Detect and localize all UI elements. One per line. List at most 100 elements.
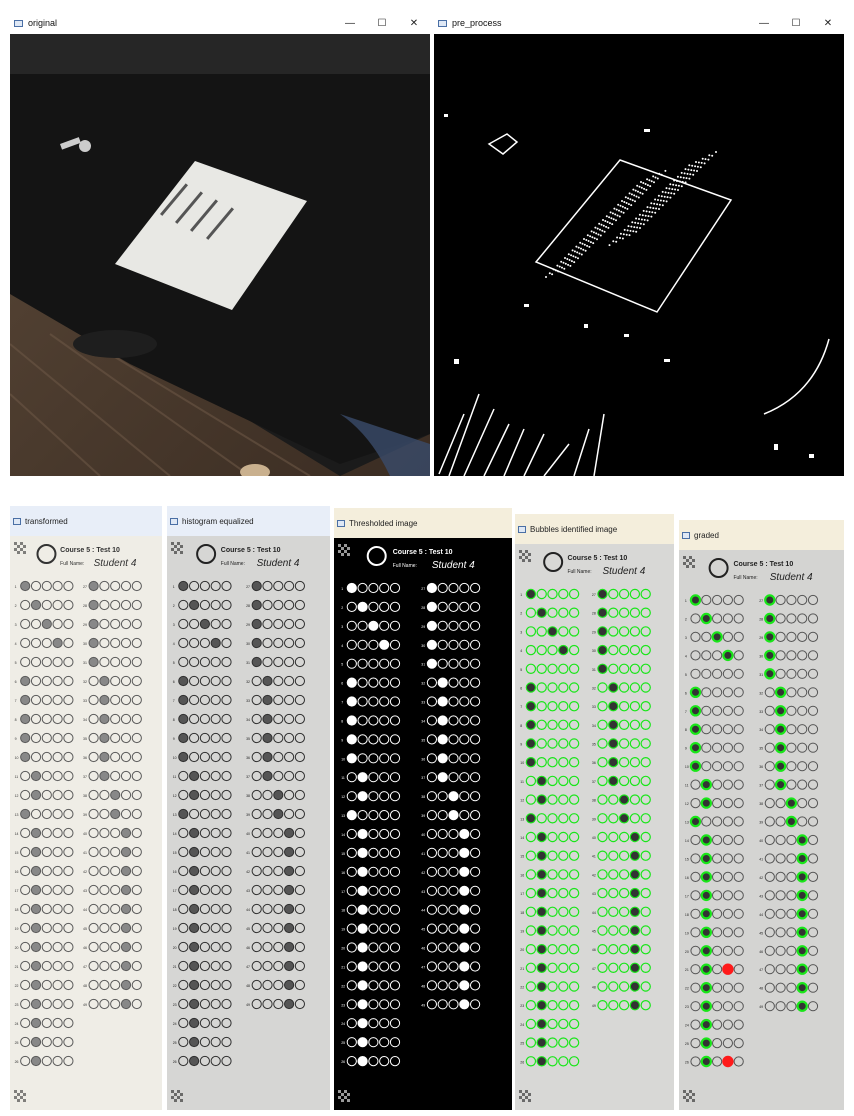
question-number: 42 [759, 876, 763, 880]
answer-bubble [536, 981, 547, 992]
answer-bubble [30, 960, 42, 972]
answer-bubble [189, 599, 200, 611]
minimize-icon[interactable]: — [748, 18, 780, 29]
answer-bubble [774, 760, 787, 772]
question-number: 32 [759, 691, 763, 695]
close-icon[interactable]: ✕ [812, 18, 844, 29]
answer-bubble [189, 998, 200, 1010]
question-number: 13 [520, 817, 524, 821]
answer-bubble [284, 922, 295, 934]
answer-bubble [20, 580, 31, 592]
question-number: 44 [421, 909, 425, 913]
question-number: 30 [592, 649, 596, 653]
answer-bubble [722, 649, 734, 662]
question-number: 8 [341, 720, 343, 724]
question-number: 31 [759, 673, 763, 677]
question-number: 44 [246, 908, 250, 912]
question-number: 22 [520, 986, 524, 990]
answer-bubble [629, 962, 641, 973]
answer-bubble [618, 813, 630, 824]
answer-bubble [120, 846, 132, 858]
answer-bubble [189, 922, 200, 934]
answer-bubble [700, 778, 712, 791]
question-number: 44 [83, 908, 87, 912]
answer-bubble [357, 923, 368, 934]
maximize-icon[interactable]: ☐ [366, 18, 398, 29]
answer-bubble [262, 713, 273, 725]
question-number: 41 [421, 852, 425, 856]
app-icon [518, 525, 526, 533]
window-title: Bubbles identified image [530, 524, 618, 534]
question-number: 33 [246, 699, 250, 703]
question-number: 19 [685, 931, 689, 935]
question-number: 12 [341, 795, 345, 799]
question-number: 42 [421, 871, 425, 875]
answer-bubble [346, 753, 357, 764]
sheet-bubbles: Course 5 : Test 10 Full Name: Student 4 1 27… [515, 544, 674, 1110]
titlebar-histogram: histogram equalized [167, 506, 330, 536]
answer-bubble [273, 789, 284, 801]
question-number: 41 [759, 858, 763, 862]
answer-bubble [178, 751, 189, 763]
close-icon[interactable]: ✕ [398, 18, 430, 29]
question-number: 18 [520, 911, 524, 915]
question-number: 36 [759, 765, 763, 769]
answer-bubble [284, 884, 295, 896]
answer-bubble [262, 694, 273, 706]
answer-bubble [99, 770, 110, 782]
answer-bubble [189, 770, 200, 782]
question-number: 40 [246, 832, 250, 836]
minimize-icon[interactable]: — [334, 18, 366, 29]
answer-bubble [357, 847, 368, 858]
student-name: Student 4 [602, 566, 645, 577]
question-number: 39 [421, 814, 425, 818]
answer-bubble [700, 1055, 712, 1068]
answer-bubble [357, 1056, 368, 1067]
name-label: Full Name: [733, 575, 757, 581]
question-number: 10 [15, 756, 19, 760]
answer-bubble [426, 620, 438, 631]
answer-bubble [120, 827, 132, 839]
answer-bubble [120, 998, 132, 1010]
answer-bubble [689, 815, 702, 828]
question-number: 19 [341, 928, 345, 932]
answer-bubble [251, 618, 262, 630]
question-number: 25 [685, 1042, 689, 1046]
question-number: 25 [341, 1041, 345, 1045]
window-transformed: transformed Course 5 : Test 10 Full Name:… [10, 506, 162, 1110]
question-number: 30 [246, 642, 250, 646]
edge-image [434, 34, 844, 476]
question-number: 26 [520, 1060, 524, 1064]
question-number: 22 [173, 984, 177, 988]
question-number: 7 [341, 701, 343, 705]
question-number: 43 [759, 894, 763, 898]
answer-bubble [273, 808, 284, 820]
question-number: 48 [246, 984, 250, 988]
question-number: 30 [421, 644, 425, 648]
question-number: 18 [341, 909, 345, 913]
answer-bubble [437, 715, 448, 726]
answer-bubble [629, 925, 641, 936]
answer-bubble [251, 599, 262, 611]
question-number: 47 [246, 965, 250, 969]
question-number: 45 [83, 927, 87, 931]
question-number: 37 [246, 775, 250, 779]
answer-bubble [608, 775, 619, 787]
question-number: 47 [759, 968, 763, 972]
question-number: 2 [173, 604, 175, 608]
answer-bubble [459, 866, 470, 877]
question-number: 25 [520, 1042, 524, 1046]
question-number: 5 [15, 661, 17, 665]
question-number: 11 [341, 776, 345, 780]
student-name: Student 4 [94, 558, 137, 569]
answer-bubble [262, 751, 273, 763]
answer-bubble [764, 631, 776, 643]
window-pre-process: pre_process — ☐ ✕ [434, 12, 844, 476]
question-number: 48 [759, 987, 763, 991]
question-number: 23 [520, 1004, 524, 1008]
answer-bubble [346, 696, 357, 707]
answer-bubble [525, 682, 537, 693]
question-number: 46 [246, 946, 250, 950]
question-number: 20 [520, 948, 524, 952]
maximize-icon[interactable]: ☐ [780, 18, 812, 29]
